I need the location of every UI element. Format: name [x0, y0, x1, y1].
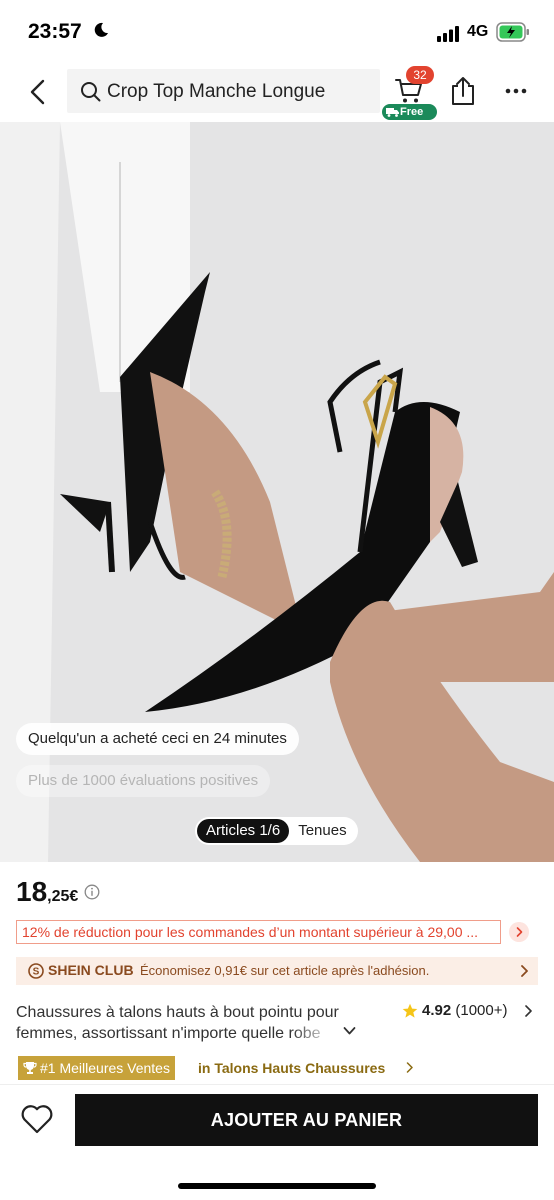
free-shipping-badge: Free [382, 104, 437, 120]
moon-icon [94, 22, 108, 37]
rating-value: 4.92 [422, 1002, 452, 1019]
search-input[interactable]: Crop Top Manche Longue [67, 69, 380, 113]
chevron-right-icon[interactable] [509, 922, 529, 942]
chevron-down-icon[interactable] [343, 1026, 356, 1036]
more-icon[interactable] [505, 86, 527, 96]
shein-club-bar[interactable]: S SHEIN CLUB Économisez 0,91€ sur cet ar… [16, 957, 538, 985]
star-icon [402, 1003, 418, 1018]
tab-articles[interactable]: Articles 1/6 [197, 819, 290, 843]
share-icon[interactable] [450, 76, 476, 106]
product-price: 18,25€ [16, 876, 78, 908]
battery-icon [496, 22, 529, 42]
free-label: Free [400, 106, 424, 118]
search-icon [81, 82, 101, 102]
club-savings-text: Économisez 0,91€ sur cet article après l… [140, 963, 430, 978]
shein-club-logo-icon: S [28, 963, 44, 979]
app-header: Crop Top Manche Longue 32 Free [0, 64, 554, 122]
heart-icon[interactable] [20, 1103, 54, 1135]
best-seller-label: #1 Meilleures Ventes [40, 1060, 170, 1076]
signal-icon [437, 26, 459, 42]
positive-reviews-toast: Plus de 1000 évaluations positives [16, 765, 271, 797]
promo-banner[interactable]: 12% de réduction pour les commandes d’un… [16, 920, 501, 944]
tab-outfits[interactable]: Tenues [289, 819, 355, 843]
product-rating[interactable]: 4.92 (1000+) [422, 1002, 508, 1019]
status-time: 23:57 [28, 20, 82, 43]
club-name: SHEIN CLUB [48, 962, 134, 978]
bottom-action-bar: AJOUTER AU PANIER [0, 1084, 554, 1200]
best-seller-badge[interactable]: #1 Meilleures Ventes [18, 1056, 175, 1080]
price-decimal: ,25€ [47, 888, 79, 905]
best-seller-category[interactable]: in Talons Hauts Chaussures [198, 1060, 385, 1076]
add-to-cart-button[interactable]: AJOUTER AU PANIER [75, 1094, 538, 1146]
info-icon[interactable] [84, 884, 100, 900]
cart-count-badge: 32 [406, 66, 434, 84]
network-label: 4G [467, 23, 489, 40]
trophy-icon [23, 1062, 37, 1074]
chevron-right-icon[interactable] [524, 1005, 533, 1017]
chevron-right-icon [521, 965, 528, 977]
recent-purchase-toast: Quelqu'un a acheté ceci en 24 minutes [16, 723, 299, 755]
home-indicator[interactable] [178, 1183, 376, 1189]
svg-text:S: S [33, 967, 40, 978]
rating-count: (1000+) [455, 1002, 508, 1019]
truck-icon [386, 108, 399, 117]
price-integer: 18 [16, 876, 48, 907]
status-bar: 23:57 4G [0, 0, 554, 64]
chevron-right-icon[interactable] [406, 1062, 414, 1073]
gallery-tabs: Articles 1/6 Tenues [195, 817, 358, 845]
search-query: Crop Top Manche Longue [107, 81, 326, 102]
back-icon[interactable] [26, 78, 50, 106]
product-image[interactable]: Quelqu'un a acheté ceci en 24 minutes Pl… [0, 122, 554, 862]
